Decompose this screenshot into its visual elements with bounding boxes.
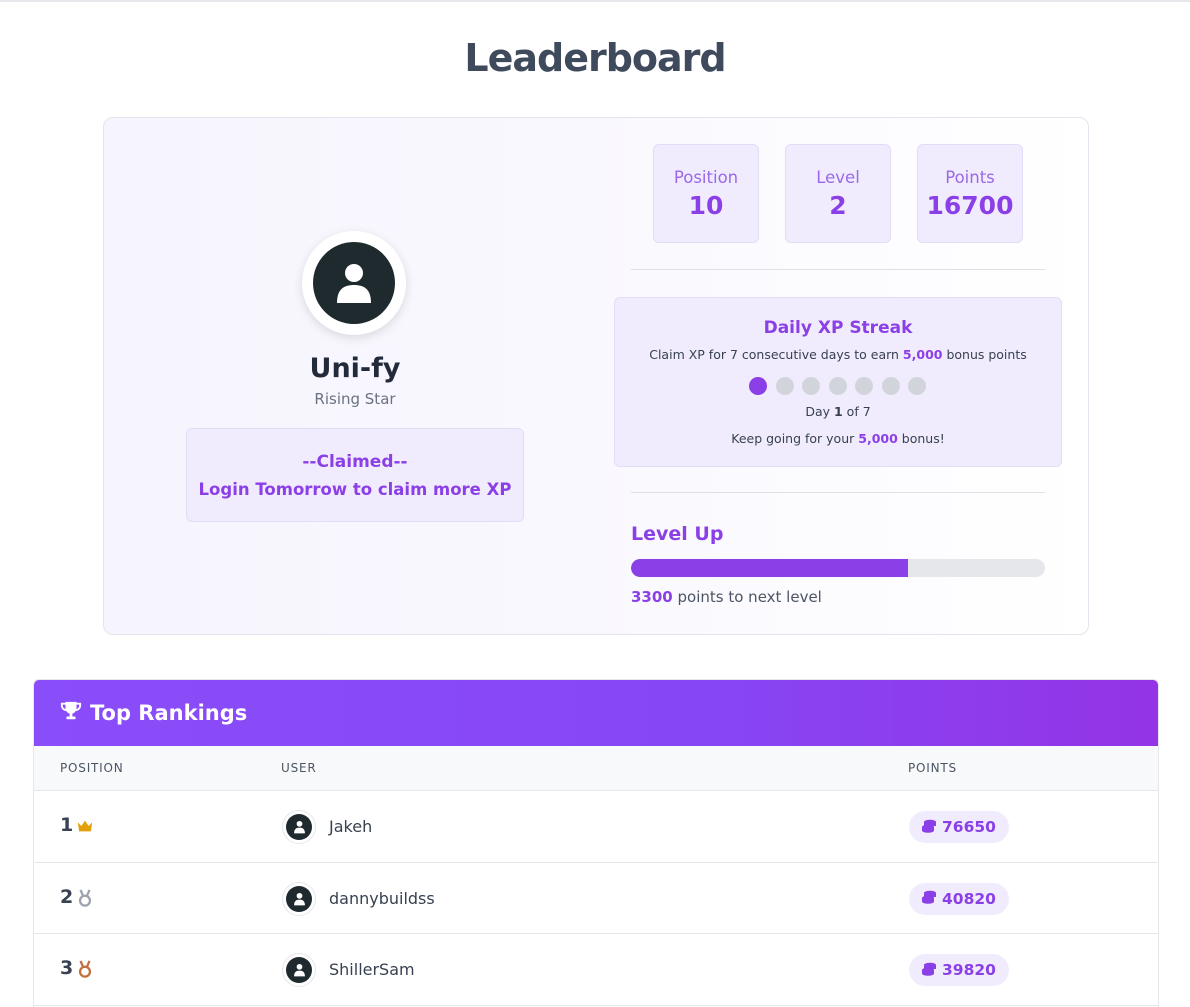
stat-label: Position	[673, 167, 739, 187]
points-value: 40820	[942, 889, 996, 908]
claim-message: Login Tomorrow to claim more XP	[198, 479, 512, 499]
silver-medal-icon	[76, 888, 94, 907]
claim-xp-box[interactable]: --Claimed-- Login Tomorrow to claim more…	[186, 428, 524, 522]
coins-icon	[921, 961, 937, 980]
points-badge: 39820	[909, 954, 1009, 986]
streak-encouragement: Keep going for your 5,000 bonus!	[731, 431, 945, 446]
points-value: 76650	[942, 818, 996, 836]
divider	[631, 269, 1045, 270]
table-row[interactable]: 1 Jakeh 76650	[34, 791, 1158, 863]
avatar	[282, 810, 316, 844]
avatar	[282, 881, 316, 916]
streak-dot-pending	[881, 377, 900, 395]
top-rankings-table: Top Rankings POSITION USER POINTS 1 Jake…	[33, 679, 1159, 1007]
table-row[interactable]: 3 ShillerSam 39820	[34, 934, 1158, 1006]
coins-icon	[921, 818, 937, 837]
rankings-title: Top Rankings	[90, 701, 248, 725]
user-icon	[286, 814, 312, 840]
streak-dot-pending	[828, 377, 847, 395]
stat-level: Level 2	[785, 144, 891, 243]
stat-points: Points 16700	[917, 144, 1023, 243]
streak-dot-complete	[749, 377, 767, 395]
table-header: POSITION USER POINTS	[34, 746, 1158, 791]
level-progress-bar	[631, 559, 1045, 577]
user-icon	[313, 242, 395, 324]
page-title: Leaderboard	[464, 36, 726, 80]
coins-icon	[921, 889, 937, 908]
stat-position: Position 10	[653, 144, 759, 243]
points-badge: 76650	[909, 811, 1009, 843]
username: Uni-fy	[309, 353, 401, 384]
divider	[631, 492, 1045, 493]
current-day: 1	[834, 404, 843, 419]
points-value: 39820	[942, 961, 996, 979]
user-name: ShillerSam	[329, 960, 415, 979]
bonus-amount: 5,000	[858, 431, 898, 446]
avatar	[302, 231, 406, 335]
column-header-points: POINTS	[908, 761, 957, 775]
stat-value: 2	[829, 190, 847, 220]
stat-label: Level	[816, 167, 860, 187]
profile-card: Uni-fy Rising Star --Claimed-- Login Tom…	[103, 117, 1089, 635]
table-row[interactable]: 2 dannybuildss 40820	[34, 863, 1158, 934]
bonus-amount: 5,000	[902, 347, 943, 362]
streak-dot-pending	[855, 377, 873, 395]
points-badge: 40820	[909, 882, 1009, 915]
avatar	[282, 953, 316, 987]
streak-description: Claim XP for 7 consecutive days to earn …	[649, 347, 1027, 362]
rank-position: 1	[60, 814, 74, 836]
streak-dots	[749, 377, 926, 395]
user-name: Jakeh	[329, 817, 373, 836]
top-divider	[0, 0, 1190, 2]
trophy-icon	[60, 700, 82, 726]
column-header-user: USER	[281, 761, 317, 775]
user-rank-title: Rising Star	[314, 390, 396, 408]
streak-dot-pending	[775, 377, 794, 395]
column-header-position: POSITION	[60, 761, 124, 775]
level-up-title: Level Up	[631, 523, 724, 545]
user-name: dannybuildss	[329, 888, 435, 908]
user-icon	[286, 885, 312, 912]
rankings-header: Top Rankings	[34, 680, 1158, 746]
stat-value: 10	[688, 190, 724, 220]
daily-streak-panel: Daily XP Streak Claim XP for 7 consecuti…	[614, 297, 1062, 467]
rank-position: 3	[60, 957, 74, 979]
streak-dot-pending	[908, 377, 926, 395]
streak-dot-pending	[802, 377, 820, 395]
user-icon	[286, 957, 312, 983]
claim-status: --Claimed--	[302, 451, 408, 472]
bronze-medal-icon	[76, 960, 94, 978]
streak-day-counter: Day 1 of 7	[805, 404, 871, 419]
points-to-next-level: 3300 points to next level	[631, 588, 822, 606]
stat-value: 16700	[926, 190, 1014, 220]
level-progress-fill	[631, 559, 909, 577]
stat-label: Points	[945, 167, 995, 187]
rank-position: 2	[60, 885, 74, 908]
streak-title: Daily XP Streak	[763, 318, 913, 338]
crown-icon	[76, 817, 94, 835]
